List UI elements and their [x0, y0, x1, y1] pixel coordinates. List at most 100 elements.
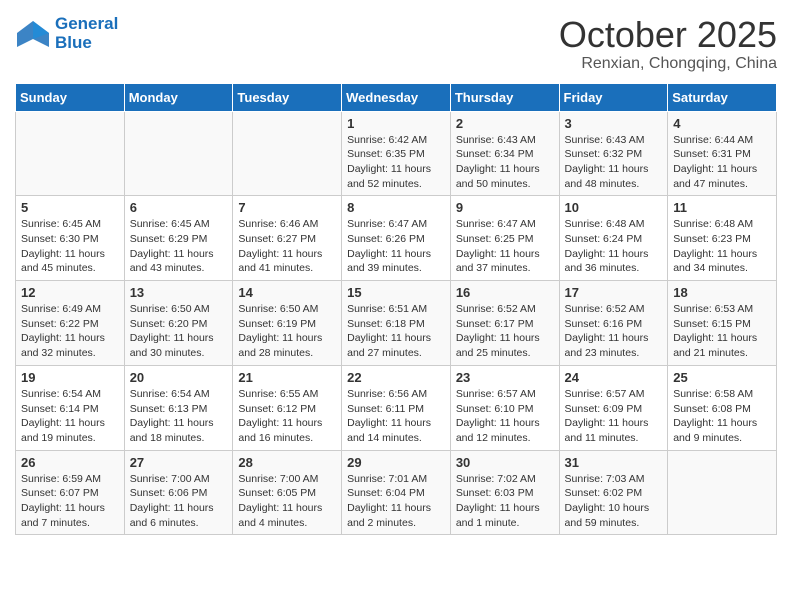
day-content: Sunrise: 6:51 AM Sunset: 6:18 PM Dayligh… [347, 302, 445, 361]
calendar-empty-cell [668, 450, 777, 535]
day-content: Sunrise: 6:45 AM Sunset: 6:30 PM Dayligh… [21, 217, 119, 276]
calendar-day-9: 9 Sunrise: 6:47 AM Sunset: 6:25 PM Daylig… [450, 196, 559, 281]
day-content: Sunrise: 6:57 AM Sunset: 6:10 PM Dayligh… [456, 387, 554, 446]
page-header: General Blue October 2025 Renxian, Chong… [15, 15, 777, 73]
day-content: Sunrise: 6:55 AM Sunset: 6:12 PM Dayligh… [238, 387, 336, 446]
calendar-week-row: 26 Sunrise: 6:59 AM Sunset: 6:07 PM Dayli… [16, 450, 777, 535]
day-content: Sunrise: 6:54 AM Sunset: 6:13 PM Dayligh… [130, 387, 228, 446]
day-number: 21 [238, 370, 336, 385]
calendar-week-row: 1 Sunrise: 6:42 AM Sunset: 6:35 PM Daylig… [16, 111, 777, 196]
day-number: 18 [673, 285, 771, 300]
calendar-day-19: 19 Sunrise: 6:54 AM Sunset: 6:14 PM Dayli… [16, 365, 125, 450]
calendar-day-4: 4 Sunrise: 6:44 AM Sunset: 6:31 PM Daylig… [668, 111, 777, 196]
calendar-day-24: 24 Sunrise: 6:57 AM Sunset: 6:09 PM Dayli… [559, 365, 668, 450]
calendar-day-25: 25Sunrise: 6:58 AM Sunset: 6:08 PM Dayli… [668, 365, 777, 450]
day-number: 4 [673, 116, 771, 131]
calendar-day-1: 1 Sunrise: 6:42 AM Sunset: 6:35 PM Daylig… [342, 111, 451, 196]
day-number: 16 [456, 285, 554, 300]
day-content: Sunrise: 6:43 AM Sunset: 6:32 PM Dayligh… [565, 133, 663, 192]
day-content: Sunrise: 6:50 AM Sunset: 6:20 PM Dayligh… [130, 302, 228, 361]
calendar-day-3: 3Sunrise: 6:43 AM Sunset: 6:32 PM Daylig… [559, 111, 668, 196]
calendar-day-20: 20 Sunrise: 6:54 AM Sunset: 6:13 PM Dayli… [124, 365, 233, 450]
day-content: Sunrise: 6:47 AM Sunset: 6:26 PM Dayligh… [347, 217, 445, 276]
calendar-day-11: 11 Sunrise: 6:48 AM Sunset: 6:23 PM Dayli… [668, 196, 777, 281]
day-content: Sunrise: 6:53 AM Sunset: 6:15 PM Dayligh… [673, 302, 771, 361]
day-number: 11 [673, 200, 771, 215]
day-content: Sunrise: 6:44 AM Sunset: 6:31 PM Dayligh… [673, 133, 771, 192]
day-number: 29 [347, 455, 445, 470]
calendar-week-row: 12 Sunrise: 6:49 AM Sunset: 6:22 PM Dayli… [16, 281, 777, 366]
calendar-day-18: 18 Sunrise: 6:53 AM Sunset: 6:15 PM Dayli… [668, 281, 777, 366]
day-number: 12 [21, 285, 119, 300]
day-content: Sunrise: 6:46 AM Sunset: 6:27 PM Dayligh… [238, 217, 336, 276]
day-number: 20 [130, 370, 228, 385]
day-content: Sunrise: 6:48 AM Sunset: 6:23 PM Dayligh… [673, 217, 771, 276]
calendar-day-17: 17 Sunrise: 6:52 AM Sunset: 6:16 PM Dayli… [559, 281, 668, 366]
calendar-day-26: 26 Sunrise: 6:59 AM Sunset: 6:07 PM Dayli… [16, 450, 125, 535]
weekday-header-wednesday: Wednesday [342, 83, 451, 111]
weekday-header-tuesday: Tuesday [233, 83, 342, 111]
day-content: Sunrise: 6:57 AM Sunset: 6:09 PM Dayligh… [565, 387, 663, 446]
calendar-day-13: 13Sunrise: 6:50 AM Sunset: 6:20 PM Dayli… [124, 281, 233, 366]
day-number: 1 [347, 116, 445, 131]
title-section: October 2025 Renxian, Chongqing, China [559, 15, 777, 73]
day-content: Sunrise: 6:52 AM Sunset: 6:16 PM Dayligh… [565, 302, 663, 361]
day-number: 23 [456, 370, 554, 385]
day-number: 22 [347, 370, 445, 385]
weekday-header-friday: Friday [559, 83, 668, 111]
day-number: 17 [565, 285, 663, 300]
calendar-header-row: SundayMondayTuesdayWednesdayThursdayFrid… [16, 83, 777, 111]
calendar-day-2: 2Sunrise: 6:43 AM Sunset: 6:34 PM Daylig… [450, 111, 559, 196]
day-content: Sunrise: 6:49 AM Sunset: 6:22 PM Dayligh… [21, 302, 119, 361]
day-number: 19 [21, 370, 119, 385]
day-number: 26 [21, 455, 119, 470]
day-content: Sunrise: 7:00 AM Sunset: 6:06 PM Dayligh… [130, 472, 228, 531]
calendar-day-14: 14 Sunrise: 6:50 AM Sunset: 6:19 PM Dayli… [233, 281, 342, 366]
weekday-header-monday: Monday [124, 83, 233, 111]
day-number: 14 [238, 285, 336, 300]
day-number: 6 [130, 200, 228, 215]
day-content: Sunrise: 6:45 AM Sunset: 6:29 PM Dayligh… [130, 217, 228, 276]
day-number: 5 [21, 200, 119, 215]
day-number: 15 [347, 285, 445, 300]
calendar-day-27: 27Sunrise: 7:00 AM Sunset: 6:06 PM Dayli… [124, 450, 233, 535]
day-content: Sunrise: 6:59 AM Sunset: 6:07 PM Dayligh… [21, 472, 119, 531]
day-number: 28 [238, 455, 336, 470]
day-content: Sunrise: 6:54 AM Sunset: 6:14 PM Dayligh… [21, 387, 119, 446]
calendar-day-6: 6 Sunrise: 6:45 AM Sunset: 6:29 PM Daylig… [124, 196, 233, 281]
calendar-day-23: 23 Sunrise: 6:57 AM Sunset: 6:10 PM Dayli… [450, 365, 559, 450]
day-number: 7 [238, 200, 336, 215]
calendar-day-15: 15 Sunrise: 6:51 AM Sunset: 6:18 PM Dayli… [342, 281, 451, 366]
location-subtitle: Renxian, Chongqing, China [559, 55, 777, 73]
calendar-day-10: 10Sunrise: 6:48 AM Sunset: 6:24 PM Dayli… [559, 196, 668, 281]
calendar-empty-cell [124, 111, 233, 196]
calendar-day-16: 16Sunrise: 6:52 AM Sunset: 6:17 PM Dayli… [450, 281, 559, 366]
weekday-header-thursday: Thursday [450, 83, 559, 111]
day-number: 31 [565, 455, 663, 470]
calendar-empty-cell [233, 111, 342, 196]
day-number: 25 [673, 370, 771, 385]
logo-text: General Blue [55, 15, 118, 52]
day-number: 10 [565, 200, 663, 215]
calendar-day-29: 29 Sunrise: 7:01 AM Sunset: 6:04 PM Dayli… [342, 450, 451, 535]
day-number: 24 [565, 370, 663, 385]
day-content: Sunrise: 6:47 AM Sunset: 6:25 PM Dayligh… [456, 217, 554, 276]
day-content: Sunrise: 6:43 AM Sunset: 6:34 PM Dayligh… [456, 133, 554, 192]
calendar-day-8: 8 Sunrise: 6:47 AM Sunset: 6:26 PM Daylig… [342, 196, 451, 281]
calendar-day-30: 30Sunrise: 7:02 AM Sunset: 6:03 PM Dayli… [450, 450, 559, 535]
weekday-header-sunday: Sunday [16, 83, 125, 111]
day-content: Sunrise: 7:01 AM Sunset: 6:04 PM Dayligh… [347, 472, 445, 531]
calendar-empty-cell [16, 111, 125, 196]
day-number: 9 [456, 200, 554, 215]
day-content: Sunrise: 6:50 AM Sunset: 6:19 PM Dayligh… [238, 302, 336, 361]
calendar-table: SundayMondayTuesdayWednesdayThursdayFrid… [15, 83, 777, 536]
day-content: Sunrise: 6:42 AM Sunset: 6:35 PM Dayligh… [347, 133, 445, 192]
day-content: Sunrise: 7:03 AM Sunset: 6:02 PM Dayligh… [565, 472, 663, 531]
calendar-day-21: 21 Sunrise: 6:55 AM Sunset: 6:12 PM Dayli… [233, 365, 342, 450]
day-number: 8 [347, 200, 445, 215]
calendar-day-5: 5 Sunrise: 6:45 AM Sunset: 6:30 PM Daylig… [16, 196, 125, 281]
day-content: Sunrise: 7:00 AM Sunset: 6:05 PM Dayligh… [238, 472, 336, 531]
day-content: Sunrise: 6:56 AM Sunset: 6:11 PM Dayligh… [347, 387, 445, 446]
month-title: October 2025 [559, 15, 777, 55]
day-content: Sunrise: 7:02 AM Sunset: 6:03 PM Dayligh… [456, 472, 554, 531]
